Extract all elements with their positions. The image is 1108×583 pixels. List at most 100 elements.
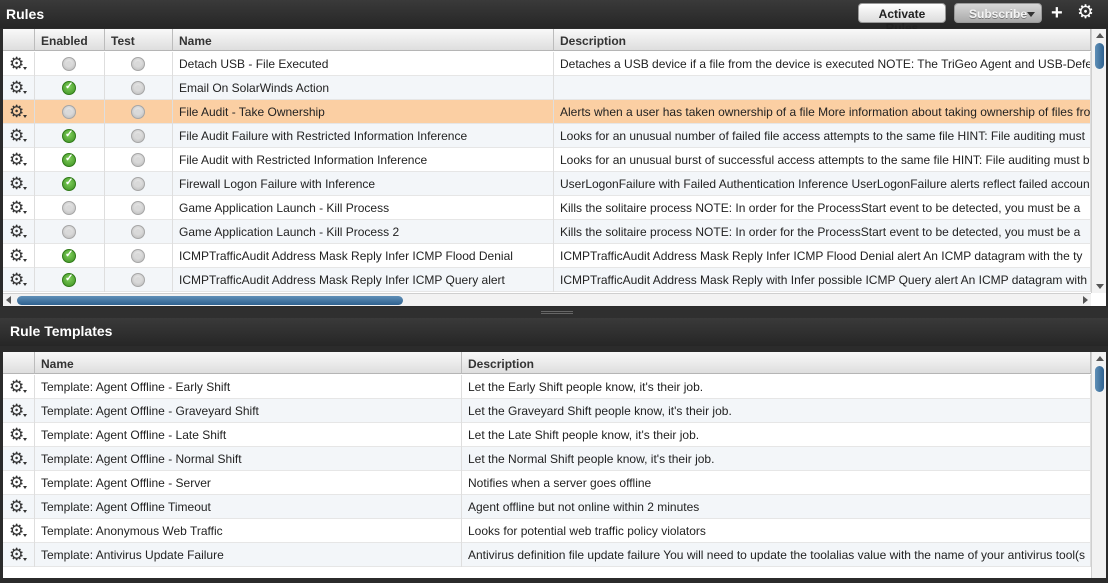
rules-vertical-scroll-thumb[interactable] [1095,43,1104,69]
row-actions-cell[interactable]: ⚙ [3,495,35,519]
subscribe-button[interactable]: Subscribe [954,3,1042,23]
empty-circle-icon[interactable] [131,177,145,191]
row-actions-cell[interactable]: ⚙ [3,519,35,543]
empty-circle-icon[interactable] [62,57,76,71]
gear-icon[interactable]: ⚙ [9,402,24,419]
table-row[interactable]: ⚙ ✓ Firewall Logon Failure with Inference U… [3,172,1091,196]
rules-horizontal-scroll-thumb[interactable] [17,296,403,305]
gear-icon[interactable]: ⚙ [9,199,24,216]
gear-icon[interactable]: ⚙ [9,426,24,443]
rules-horizontal-scrollbar[interactable] [3,293,1091,306]
empty-circle-icon[interactable] [131,201,145,215]
column-header-enabled[interactable]: Enabled [35,29,105,51]
table-row[interactable]: ⚙ Template: Antivirus Update Failure Antiv… [3,543,1091,567]
gear-icon[interactable]: ⚙ [1077,3,1094,23]
gear-icon[interactable]: ⚙ [9,55,24,72]
gear-icon[interactable]: ⚙ [9,223,24,240]
row-actions-cell[interactable]: ⚙ [3,76,35,100]
gear-icon[interactable]: ⚙ [9,103,24,120]
row-actions-cell[interactable]: ⚙ [3,268,35,292]
row-actions-cell[interactable]: ⚙ [3,543,35,567]
row-actions-cell[interactable]: ⚙ [3,172,35,196]
row-actions-cell[interactable]: ⚙ [3,244,35,268]
row-actions-cell[interactable]: ⚙ [3,423,35,447]
gear-icon[interactable]: ⚙ [9,127,24,144]
checkmark-circle-icon[interactable]: ✓ [62,249,76,263]
empty-circle-icon[interactable] [131,129,145,143]
panel-splitter[interactable] [0,307,1108,318]
checkmark-circle-icon[interactable]: ✓ [62,177,76,191]
table-row[interactable]: ⚙ Detach USB - File Executed Detaches a US… [3,52,1091,76]
empty-circle-icon[interactable] [62,105,76,119]
row-actions-cell[interactable]: ⚙ [3,100,35,124]
empty-circle-icon[interactable] [131,249,145,263]
column-header-test[interactable]: Test [105,29,173,51]
scroll-up-icon[interactable] [1096,356,1104,361]
empty-circle-icon[interactable] [131,153,145,167]
gear-icon[interactable]: ⚙ [9,151,24,168]
column-header-description[interactable]: Description [554,29,1091,51]
checkmark-circle-icon[interactable]: ✓ [62,81,76,95]
scroll-left-icon[interactable] [6,296,11,304]
table-row[interactable]: ⚙ ✓ ICMPTrafficAudit Address Mask Reply In… [3,268,1091,292]
splitter-grip[interactable] [541,311,573,314]
test-cell [105,148,173,172]
activate-rules-button[interactable]: Activate Rules [858,3,946,35]
scroll-right-icon[interactable] [1083,296,1088,304]
column-header-name[interactable]: Name [35,352,462,374]
row-actions-cell[interactable]: ⚙ [3,447,35,471]
row-actions-cell[interactable]: ⚙ [3,471,35,495]
gear-icon[interactable]: ⚙ [9,79,24,96]
column-header-description[interactable]: Description [462,352,1091,374]
empty-circle-icon[interactable] [131,57,145,71]
row-actions-cell[interactable]: ⚙ [3,52,35,76]
table-row[interactable]: ⚙ ✓ File Audit with Restricted Information… [3,148,1091,172]
table-row[interactable]: ⚙ Template: Agent Offline Timeout Agent of… [3,495,1091,519]
table-row[interactable]: ⚙ ✓ ICMPTrafficAudit Address Mask Reply In… [3,244,1091,268]
empty-circle-icon[interactable] [62,225,76,239]
templates-vertical-scrollbar[interactable] [1091,352,1106,578]
row-actions-cell[interactable]: ⚙ [3,220,35,244]
row-actions-cell[interactable]: ⚙ [3,148,35,172]
table-row[interactable]: ⚙ Game Application Launch - Kill Process … [3,220,1091,244]
empty-circle-icon[interactable] [62,201,76,215]
row-actions-cell[interactable]: ⚙ [3,196,35,220]
gear-icon[interactable]: ⚙ [9,450,24,467]
row-actions-cell[interactable]: ⚙ [3,399,35,423]
gear-icon[interactable]: ⚙ [9,271,24,288]
plus-icon[interactable]: + [1051,3,1063,23]
gear-icon[interactable]: ⚙ [9,247,24,264]
checkmark-circle-icon[interactable]: ✓ [62,273,76,287]
table-row[interactable]: ⚙ ✓ Email On SolarWinds Action [3,76,1091,100]
gear-icon[interactable]: ⚙ [9,378,24,395]
gear-icon[interactable]: ⚙ [9,474,24,491]
rules-vertical-scrollbar[interactable] [1091,29,1106,293]
row-actions-cell[interactable]: ⚙ [3,375,35,399]
rule-name: ICMPTrafficAudit Address Mask Reply Infe… [173,268,554,292]
gear-icon[interactable]: ⚙ [9,522,24,539]
table-row[interactable]: ⚙ Template: Agent Offline - Early Shift Le… [3,375,1091,399]
table-row[interactable]: ⚙ Template: Agent Offline - Server Notifie… [3,471,1091,495]
row-actions-cell[interactable]: ⚙ [3,124,35,148]
gear-icon[interactable]: ⚙ [9,546,24,563]
scroll-up-icon[interactable] [1096,33,1104,38]
table-row[interactable]: ⚙ Template: Anonymous Web Traffic Looks fo… [3,519,1091,543]
empty-circle-icon[interactable] [131,105,145,119]
empty-circle-icon[interactable] [131,81,145,95]
column-header-name[interactable]: Name [173,29,554,51]
scroll-down-icon[interactable] [1096,284,1104,289]
checkmark-circle-icon[interactable]: ✓ [62,129,76,143]
table-row[interactable]: ⚙ Template: Agent Offline - Normal Shift L… [3,447,1091,471]
gear-icon[interactable]: ⚙ [9,175,24,192]
table-row[interactable]: ⚙ Template: Agent Offline - Late Shift Let… [3,423,1091,447]
checkmark-circle-icon[interactable]: ✓ [62,153,76,167]
table-row[interactable]: ⚙ Template: Agent Offline - Graveyard Shi… [3,399,1091,423]
empty-circle-icon[interactable] [131,273,145,287]
circle-inner [135,85,141,91]
empty-circle-icon[interactable] [131,225,145,239]
table-row[interactable]: ⚙ ✓ File Audit Failure with Restricted Inf… [3,124,1091,148]
table-row[interactable]: ⚙ File Audit - Take Ownership Alerts when … [3,100,1091,124]
templates-vertical-scroll-thumb[interactable] [1095,366,1104,392]
gear-icon[interactable]: ⚙ [9,498,24,515]
table-row[interactable]: ⚙ Game Application Launch - Kill Process K… [3,196,1091,220]
